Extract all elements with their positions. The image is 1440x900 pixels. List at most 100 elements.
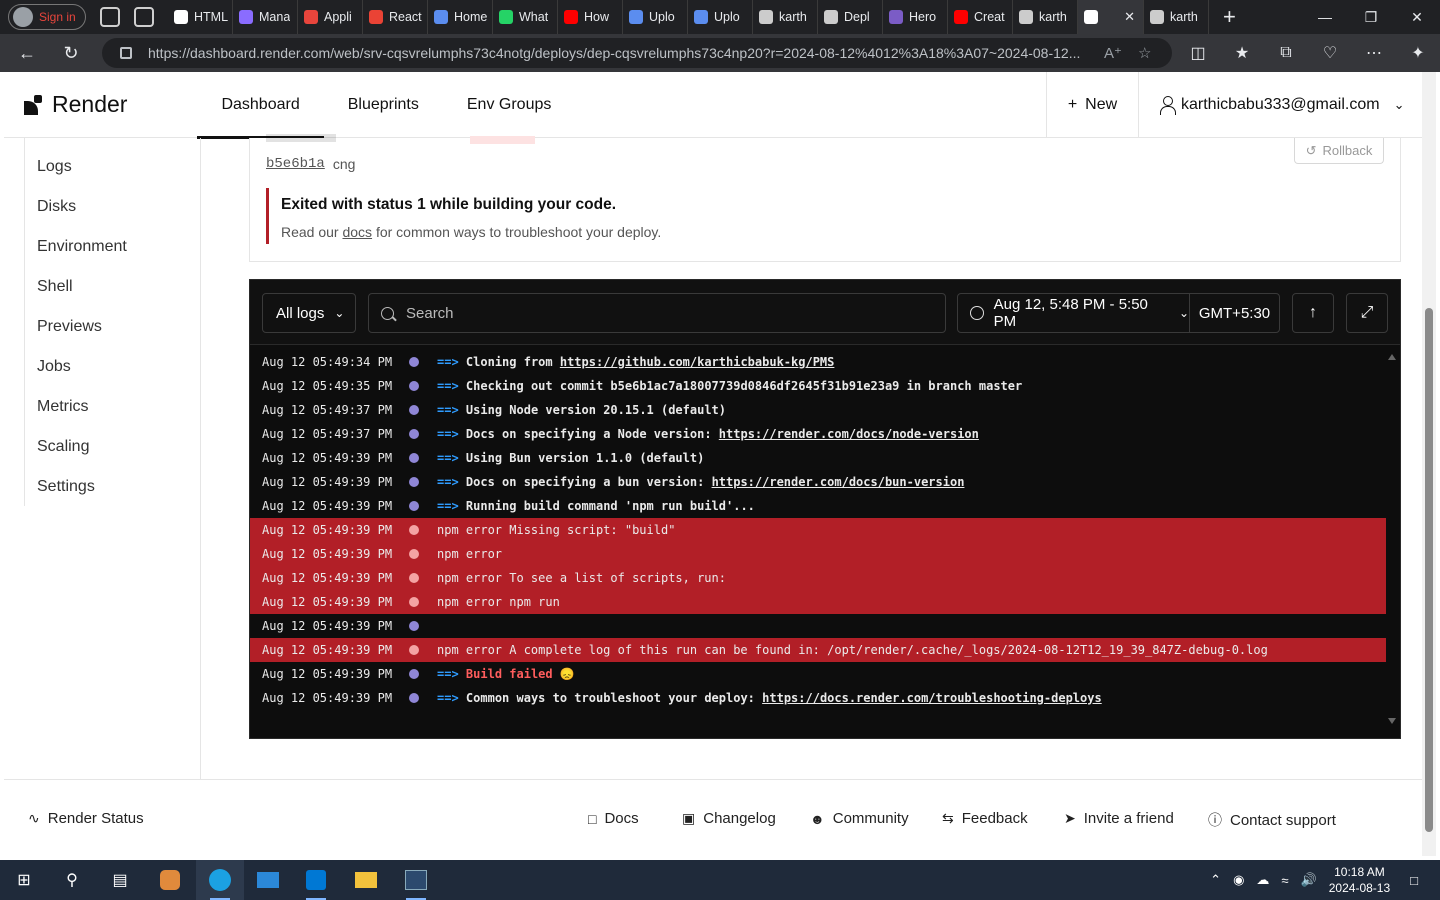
log-line: Aug 12 05:49:39 PM npm error [250,542,1386,566]
split-screen-icon[interactable]: ◫ [1176,43,1220,63]
browser-essentials-icon[interactable]: ♡ [1308,43,1352,63]
sidebar-item-metrics[interactable]: Metrics [37,398,89,416]
sidebar-item-previews[interactable]: Previews [37,318,102,336]
minimize-icon[interactable]: — [1302,0,1348,34]
footer-changelog-link[interactable]: ▣ Changelog [682,810,776,827]
workspaces-icon[interactable] [100,7,120,27]
browser-tab[interactable]: React [363,0,428,34]
more-menu-icon[interactable]: ⋯ [1352,43,1396,63]
copilot-icon[interactable]: ✦ [1396,43,1440,63]
browser-tab[interactable]: Uplo [688,0,753,34]
page-scrollbar[interactable] [1422,72,1436,856]
close-tab-icon[interactable]: ✕ [1124,9,1135,25]
footer-support-link[interactable]: ⓘ Contact support [1208,810,1336,830]
back-icon[interactable]: ← [10,38,44,68]
page-scrollbar-thumb[interactable] [1425,308,1433,832]
sidebar-item-scaling[interactable]: Scaling [37,438,89,456]
collections-icon[interactable]: ⧉ [1264,44,1308,62]
nav-blueprints[interactable]: Blueprints [324,72,443,138]
commit-hash-link[interactable]: b5e6b1a [266,156,325,172]
onedrive-cloud-icon[interactable]: ☁ [1256,872,1269,888]
log-arrow: ==> [437,403,459,417]
sidebar-item-logs[interactable]: Logs [37,158,72,176]
profile-button[interactable]: Sign in [8,4,86,30]
browser-tab[interactable]: Hero [883,0,948,34]
browser-tab[interactable]: Appli [298,0,363,34]
sidebar-item-disks[interactable]: Disks [37,198,76,216]
browser-tab[interactable]: How [558,0,623,34]
rollback-button[interactable]: ↺ Rollback [1294,138,1384,164]
mail-icon[interactable] [254,866,282,894]
browser-tab[interactable]: Home [428,0,493,34]
taskbar-search-icon[interactable]: ⚲ [58,866,86,894]
new-tab-button[interactable]: + [1223,4,1236,30]
close-window-icon[interactable]: ✕ [1394,0,1440,34]
browser-tab[interactable]: karth [1013,0,1078,34]
render-logo[interactable]: Render [24,91,127,118]
browser-tab[interactable]: karth [753,0,818,34]
nav-dashboard[interactable]: Dashboard [197,72,325,139]
render-status-label: Render Status [47,810,144,827]
volume-icon[interactable]: 🔊 [1301,872,1317,888]
log-link[interactable]: https://render.com/docs/bun-version [712,475,965,489]
log-scroll-up-icon[interactable] [1388,354,1396,360]
sidebar-item-jobs[interactable]: Jobs [37,358,71,376]
edge-browser-icon[interactable] [206,866,234,894]
task-view-icon[interactable]: ▤ [106,866,134,894]
info-level-icon [409,381,419,391]
log-arrow: ==> [437,451,459,465]
log-scroll-down-icon[interactable] [1388,718,1396,724]
restore-icon[interactable]: ❐ [1348,0,1394,34]
render-status-link[interactable]: ∿ Render Status [28,810,144,827]
log-link[interactable]: https://docs.render.com/troubleshooting-… [762,691,1102,705]
browser-tab[interactable]: Creat [948,0,1013,34]
footer-invite-link[interactable]: ➤ Invite a friend [1064,810,1174,827]
footer-community-link[interactable]: ☻ Community [810,810,909,827]
browser-tab[interactable]: Mana [233,0,298,34]
browser-tabs: HTML Mana Appli React Home What How Uplo Uplo kar… [168,0,1209,34]
copilot-taskbar-icon[interactable] [156,866,184,894]
browser-tab[interactable]: HTML [168,0,233,34]
account-menu[interactable]: karthicbabu333@gmail.com ⌄ [1138,72,1422,138]
refresh-icon[interactable]: ↻ [54,38,88,68]
timezone-button[interactable]: GMT+5:30 [1190,294,1279,332]
fullscreen-button[interactable]: ⤢ [1346,293,1388,333]
read-aloud-icon[interactable]: A⁺ [1104,44,1122,62]
notification-icon[interactable]: □ [1410,873,1418,888]
scroll-to-top-button[interactable]: ↑ [1292,293,1334,333]
sidebar-item-settings[interactable]: Settings [37,478,95,496]
browser-tab[interactable]: Uplo [623,0,688,34]
log-link[interactable]: https://render.com/docs/node-version [719,427,979,441]
log-line: Aug 12 05:49:39 PM ==> Using Bun version … [250,446,1386,470]
log-filter-select[interactable]: All logs ⌄ [262,293,356,333]
footer-feedback-link[interactable]: ⇆ Feedback [942,810,1028,827]
browser-tab[interactable]: karth [1144,0,1209,34]
time-range-button[interactable]: Aug 12, 5:48 PM - 5:50 PM ⌄ [958,294,1190,332]
favorite-star-icon[interactable]: ☆ [1138,44,1151,62]
browser-tab[interactable]: Depl [818,0,883,34]
docs-link[interactable]: docs [342,224,372,240]
log-message: ==> Docs on specifying a Node version: h… [437,427,979,441]
chevron-up-icon[interactable]: ⌃ [1210,872,1221,888]
address-bar[interactable]: https://dashboard.render.com/web/srv-cqs… [102,38,1172,68]
url-text[interactable]: https://dashboard.render.com/web/srv-cqs… [148,45,1088,61]
sidebar-item-environment[interactable]: Environment [37,238,127,256]
nav-env-groups[interactable]: Env Groups [443,72,575,138]
vscode-icon[interactable] [302,866,330,894]
file-explorer-icon[interactable] [352,866,380,894]
wifi-icon[interactable]: ≈ [1281,873,1288,888]
meet-icon[interactable]: ◉ [1233,872,1244,888]
taskbar-clock[interactable]: 10:18 AM 2024-08-13 [1329,864,1390,896]
log-link[interactable]: https://github.com/karthicbabuk-kg/PMS [560,355,835,369]
windows-start-icon[interactable]: ⊞ [10,866,38,894]
log-line: Aug 12 05:49:37 PM ==> Docs on specifying… [250,422,1386,446]
footer-docs-link[interactable]: □ Docs [588,810,639,827]
app-window-icon[interactable] [402,866,430,894]
browser-tab[interactable]: ✕ [1078,0,1144,34]
sidebar-item-shell[interactable]: Shell [37,278,73,296]
browser-tab[interactable]: What [493,0,558,34]
new-button[interactable]: + New [1046,72,1138,138]
tab-actions-icon[interactable] [134,7,154,27]
favorites-icon[interactable]: ★ [1220,43,1264,63]
log-search-input[interactable]: Search [368,293,946,333]
